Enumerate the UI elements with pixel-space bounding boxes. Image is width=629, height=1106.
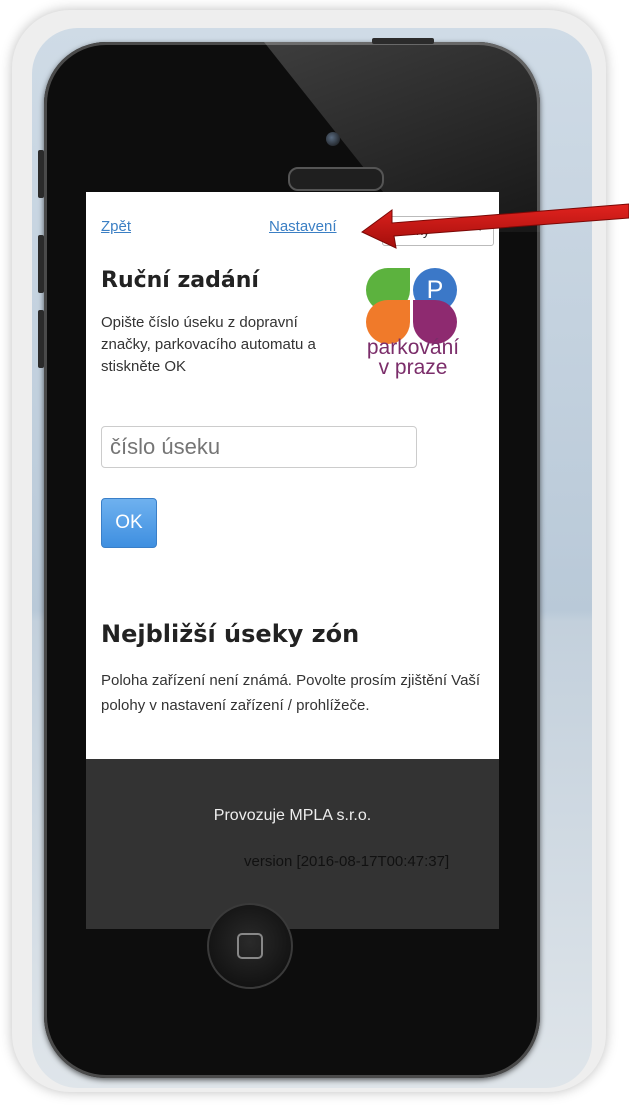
logo-text-line1: parkování xyxy=(366,336,460,359)
mute-switch xyxy=(38,150,44,198)
nearest-zones-title: Nejbližší úseky zón xyxy=(101,620,360,648)
volume-up-button xyxy=(38,235,44,293)
version-text: version [2016-08-17T00:47:37] xyxy=(244,853,450,870)
home-square-icon xyxy=(237,933,263,959)
back-link[interactable]: Zpět xyxy=(101,218,131,235)
home-button[interactable] xyxy=(207,903,293,989)
location-unknown-text: Poloha zařízení není známá. Povolte pros… xyxy=(101,672,481,714)
volume-down-button xyxy=(38,310,44,368)
manual-entry-instructions: Opište číslo úseku z dopravní značky, pa… xyxy=(101,314,316,375)
logo-text: parkování v praze xyxy=(348,336,478,379)
footer-area: Provozuje MPLA s.r.o. version [2016-08-1… xyxy=(86,759,499,929)
logo-text-line2: v praze xyxy=(378,356,448,379)
speaker-grille xyxy=(288,167,384,191)
manual-entry-title: Ruční zadání xyxy=(101,268,259,293)
settings-link[interactable]: Nastavení xyxy=(269,218,337,235)
ok-button[interactable]: OK xyxy=(101,498,157,548)
operator-text: Provozuje MPLA s.r.o. xyxy=(213,807,372,824)
power-button xyxy=(372,38,434,44)
app-screen: Zpět Česky ▼ Nastavení Ruční zadání Opiš… xyxy=(86,192,499,759)
camera-icon xyxy=(326,132,340,146)
logo-letter: P xyxy=(427,276,444,304)
section-number-input[interactable] xyxy=(101,426,417,468)
annotation-arrow-icon xyxy=(361,203,629,249)
